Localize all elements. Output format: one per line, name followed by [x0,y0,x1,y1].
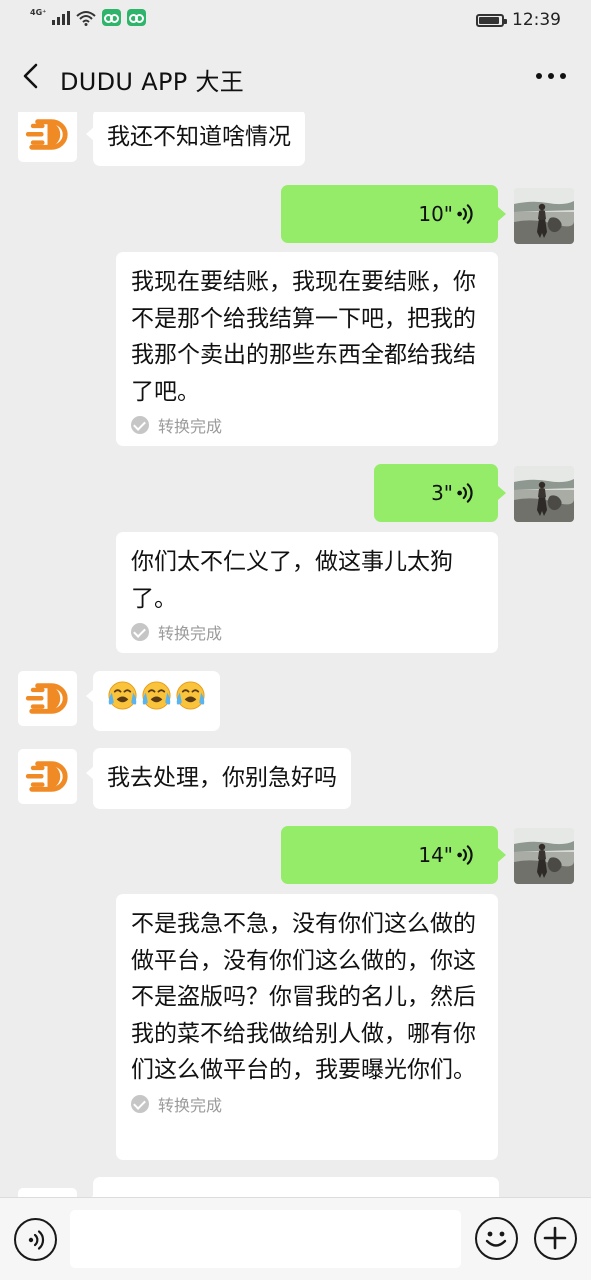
transcript-status-label: 转换完成 [158,417,223,436]
voice-input-button[interactable] [14,1218,57,1261]
signal-icon [52,10,71,25]
transcript-text: 你们太不仁义了，做这事儿太狗了。 [131,549,453,612]
chat-title: DUDU APP 大王 [60,68,245,96]
message-text: 我去处理，你别急好吗 [107,765,337,791]
status-bar: 4G⁺ 12:39 [0,0,591,40]
plus-icon [543,1226,567,1250]
contact-avatar[interactable] [18,112,77,162]
voice-wave-icon [456,843,476,867]
message-input[interactable] [70,1210,461,1268]
voice-duration: 14" [418,843,453,867]
more-functions-button[interactable] [534,1217,577,1260]
voice-message-bubble[interactable]: 14" [281,826,506,884]
brand-logo-icon [18,671,77,726]
emoji-icon [485,1231,507,1247]
more-button[interactable] [533,64,569,88]
voice-transcript[interactable]: 不是我急不急，没有你们这么做的做平台，没有你们这么做的，你这不是盗版吗？你冒我的… [116,894,498,1160]
more-dots-icon [536,73,566,79]
contact-avatar[interactable] [18,1188,77,1197]
voice-transcript[interactable]: 我现在要结账，我现在要结账，你不是那个给我结算一下吧，把我的我那个卖出的那些东西… [116,252,498,446]
transcript-status: 转换完成 [131,413,483,437]
crying-emoji-icon [141,680,172,722]
message-list[interactable]: 我还不知道啥情况 10" 我现在要结账，我现在要结账，你不是那个给我结算一下吧，… [0,112,591,1197]
brand-logo-icon [18,1188,77,1197]
chevron-left-icon [23,63,38,89]
transcript-status-label: 转换完成 [158,624,223,643]
wifi-icon [76,10,97,26]
battery-icon [476,13,507,27]
incoming-text-bubble[interactable] [86,1177,499,1197]
transcript-text: 不是我急不急，没有你们这么做的做平台，没有你们这么做的，你这不是盗版吗？你冒我的… [131,911,476,1083]
transcript-text: 我现在要结账，我现在要结账，你不是那个给我结算一下吧，把我的我那个卖出的那些东西… [131,269,476,405]
user-photo-icon [514,828,574,884]
incoming-text-bubble[interactable]: 我还不知道啥情况 [86,112,305,166]
voice-transcript[interactable]: 你们太不仁义了，做这事儿太狗了。 转换完成 [116,532,498,653]
transcript-status: 转换完成 [131,620,483,644]
network-type-label: 4G⁺ [30,7,47,17]
voice-message-bubble[interactable]: 10" [281,185,506,243]
user-photo-icon [514,188,574,244]
transcript-status-label: 转换完成 [158,1095,223,1115]
check-circle-icon [131,416,149,434]
status-left: 4G⁺ [30,7,147,26]
brand-logo-icon [18,749,77,804]
transcript-status: 转换完成 [131,1092,483,1116]
chat-header: DUDU APP 大王 [0,40,591,112]
crying-emoji-icon [175,680,206,722]
voice-duration: 10" [418,202,453,226]
contact-avatar[interactable] [18,749,77,804]
crying-emoji-icon [107,680,138,722]
emoji-button[interactable] [475,1217,518,1260]
clock: 12:39 [512,10,561,30]
contact-avatar[interactable] [18,671,77,726]
voice-wave-icon [456,481,476,505]
back-button[interactable] [14,56,48,96]
battery-level [479,16,499,24]
input-bar [0,1197,591,1280]
status-right: 12:39 [476,10,561,30]
incoming-emoji-bubble[interactable] [86,671,220,731]
user-avatar[interactable] [514,188,574,244]
brand-logo-icon [18,112,77,162]
user-photo-icon [514,466,574,522]
incoming-text-bubble[interactable]: 我去处理，你别急好吗 [86,748,351,809]
user-avatar[interactable] [514,828,574,884]
check-circle-icon [131,623,149,641]
notification-app-icon [127,9,147,26]
message-text: 我还不知道啥情况 [107,124,291,150]
voice-wave-icon [456,202,476,226]
notification-app-icon [102,9,122,26]
voice-message-bubble[interactable]: 3" [374,464,506,522]
voice-duration: 3" [431,481,453,505]
check-circle-icon [131,1094,149,1113]
user-avatar[interactable] [514,466,574,522]
voice-icon [28,1229,44,1250]
